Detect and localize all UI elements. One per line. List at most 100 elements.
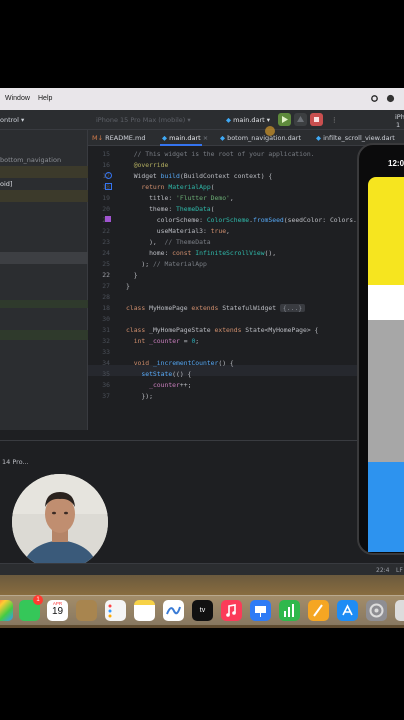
line-number: 34 [102,359,110,367]
yellow-list-tile[interactable] [368,177,404,285]
control-center-icon[interactable] [370,94,379,103]
hot-reload-button[interactable] [294,113,307,126]
line-number: 20 [102,205,110,213]
line-number: 27 [102,282,110,290]
tree-item-label: bottom_navigation [0,156,62,164]
device-short-label: iPh [395,113,404,121]
code-line: _counter++; [149,381,192,389]
keynote-app-icon[interactable] [250,600,271,621]
iphone-simulator[interactable]: 12:0 [357,143,404,555]
webcam-overlay [12,474,108,570]
code-line: theme: ThemeData( [126,205,215,213]
line-number: 18 [102,304,110,312]
siri-icon[interactable] [386,94,395,103]
code-line: class MyHomePage extends StatefulWidget … [126,304,306,312]
ide-toolbar: ontrol ▾ iPhone 15 Pro Max (mobile) ▾ ◆ … [0,110,404,130]
run-button[interactable] [278,113,291,126]
run-config-selector[interactable]: ◆ main.dart ▾ [226,116,270,124]
screen: Window Help ontrol ▾ iPhone 15 Pro Max (… [0,88,404,628]
line-number: 22 [102,271,110,279]
grey-list-tile[interactable] [368,320,404,462]
menu-window[interactable]: Window [5,95,30,102]
tree-item-label: oid] [0,180,13,188]
code-line: colorScheme: ColorScheme.fromSeed(seedCo… [126,216,361,224]
pages-app-icon[interactable] [308,600,329,621]
tab-label: botom_navigation.dart [227,134,301,142]
vcs-menu[interactable]: ontrol ▾ [0,116,24,124]
cursor-position[interactable]: 22:4 [376,567,389,574]
folded-code-block[interactable]: {...} [279,304,306,312]
code-line: class _MyHomePageState extends State<MyH… [126,326,319,334]
blue-list-tile[interactable] [368,462,404,552]
mouse-cursor-highlight [265,126,275,136]
close-icon[interactable]: × [201,134,208,142]
device-short-label-2: 1 [396,121,401,129]
project-tree-row-changed[interactable] [0,300,88,308]
photos-app-icon[interactable] [0,600,13,621]
tab-infinite-scroll[interactable]: ◆ infilte_scroll_view.dart [316,134,395,142]
mac-dock: 1 APR 19 tv [0,595,404,625]
override-gutter-icon[interactable] [105,172,112,179]
project-tree-item[interactable]: oid] [0,178,88,190]
code-line: } [126,282,130,290]
reminders-app-icon[interactable] [105,600,126,621]
color-preview-icon [105,216,111,222]
music-app-icon[interactable] [221,600,242,621]
project-tree-row-changed[interactable] [0,330,88,340]
line-number: 22 [102,227,110,235]
project-tree-row-highlight[interactable] [0,166,88,178]
line-number: 36 [102,381,110,389]
code-line: } [126,271,138,279]
code-line: title: 'Flutter Demo', [126,194,234,202]
person-avatar-icon [12,474,108,570]
freeform-app-icon[interactable] [163,600,184,621]
line-number: 33 [102,348,110,356]
stop-button[interactable] [310,113,323,126]
tab-label: main.dart [169,134,201,142]
gutter-marker-icon[interactable] [105,183,112,190]
project-tree-row-highlight[interactable] [0,190,88,202]
apple-tv-app-icon[interactable]: tv [192,600,213,621]
line-number: 37 [102,392,110,400]
markdown-icon: M↓ [92,134,106,142]
editor-tabs: M↓ README.md ◆ main.dart × ◆ botom_navig… [88,130,404,146]
project-panel: bottom_navigation oid] [0,130,88,430]
code-editor[interactable]: 15 16 17 18 19 20 21 22 23 24 25 22 27 2… [88,146,361,438]
calendar-app-icon[interactable]: APR 19 [47,600,68,621]
tab-main-dart[interactable]: ◆ main.dart × [162,134,208,142]
tab-readme[interactable]: M↓ README.md [92,134,145,142]
calendar-day: 19 [51,606,64,617]
white-list-tile[interactable] [368,285,404,320]
system-settings-icon[interactable] [366,600,387,621]
facetime-app-icon[interactable]: 1 [19,595,43,621]
code-line: void _incrementCounter() { [133,359,234,367]
numbers-app-icon[interactable] [279,600,300,621]
code-line: @override [126,161,169,169]
code-line: ), // ThemeData [126,238,211,246]
menu-help[interactable]: Help [38,95,52,102]
run-config-label: main.dart ▾ [233,116,271,124]
device-selector[interactable]: iPhone 15 Pro Max (mobile) ▾ [96,116,191,124]
line-number: 31 [102,326,110,334]
code-line: ); // MaterialApp [126,260,207,268]
code-line: int _counter = 0; [133,337,200,345]
tab-label: infilte_scroll_view.dart [323,134,395,142]
line-number: 32 [102,337,110,345]
tab-label: README.md [105,134,146,142]
mac-menu-bar: Window Help [0,88,404,110]
code-line: home: const InfiniteScrollView(), [126,249,277,257]
line-number: 24 [102,249,110,257]
contacts-app-icon[interactable] [76,600,97,621]
line-ending[interactable]: LF [396,567,403,574]
tab-botom-navigation[interactable]: ◆ botom_navigation.dart [220,134,301,142]
notes-app-icon[interactable] [134,600,155,621]
run-panel-label: 14 Pro... [2,458,29,466]
app-store-icon[interactable] [337,600,358,621]
more-icon[interactable]: ⋮ [331,116,338,124]
phone-clock: 12:0 [388,159,404,168]
project-tree-row-selected[interactable] [0,252,88,264]
line-number: 23 [102,238,110,246]
code-line: Widget build(BuildContext context) { [126,172,273,180]
dock-app-icon[interactable] [395,600,404,621]
project-tree-item[interactable]: bottom_navigation [0,154,88,166]
